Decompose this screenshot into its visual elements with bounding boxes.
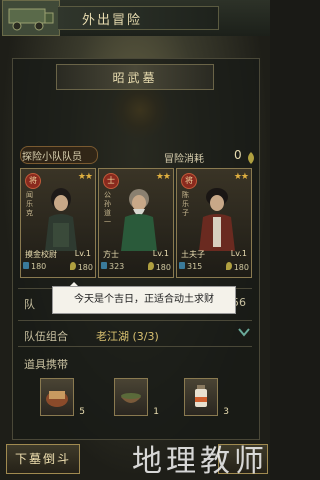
- hero-portrait: [121, 189, 157, 251]
- hero-portrait: [199, 188, 235, 251]
- hero-card-3[interactable]: 将 ★★ 陈乐子 土夫子 Lv.1 315 180: [176, 168, 252, 278]
- gem-icon: [101, 262, 107, 269]
- hero-role: 摸金校尉: [25, 250, 57, 259]
- page-title: 外出冒险: [82, 13, 143, 28]
- hero-hp: 323: [109, 262, 125, 271]
- watermark: 地理教师: [132, 444, 268, 479]
- cost-label: 冒险消耗: [164, 154, 204, 165]
- book-icon: [46, 391, 68, 407]
- hero-level: Lv.1: [230, 249, 247, 258]
- cost-value: 0: [234, 148, 242, 162]
- hero-stars: ★★: [233, 172, 249, 182]
- item-slot-2[interactable]: 1: [114, 378, 159, 417]
- leaf-icon: [147, 262, 154, 270]
- combo-value: 老江湖 (3/3): [96, 330, 159, 343]
- team-label: 探险小队队员: [22, 152, 82, 163]
- item-count: 1: [153, 407, 159, 417]
- location-banner: 昭武墓: [56, 64, 214, 90]
- divider: [18, 320, 252, 321]
- fortune-tooltip: 今天是个吉日，正适合动土求财: [52, 286, 236, 314]
- item-slot-1[interactable]: 5: [40, 378, 85, 417]
- hero-portrait: [45, 188, 77, 251]
- herb-bowl-icon: [121, 393, 141, 403]
- hero-level: Lv.1: [74, 249, 91, 258]
- divider: [18, 346, 252, 347]
- hero-hp: 315: [187, 262, 203, 271]
- item-slot-3[interactable]: 3: [184, 378, 229, 417]
- hero-stars: ★★: [77, 172, 93, 182]
- hero-stars: ★★: [155, 172, 171, 182]
- hero-hp: 180: [31, 262, 47, 271]
- chevron-down-icon[interactable]: [238, 326, 250, 340]
- combo-label: 队伍组合: [24, 330, 68, 343]
- leaf-icon: [69, 262, 76, 270]
- leaf-icon: [246, 149, 256, 164]
- location-name: 昭武墓: [112, 71, 158, 85]
- hero-level: Lv.1: [152, 249, 169, 258]
- enter-tomb-button[interactable]: 下墓倒斗: [6, 444, 80, 474]
- hero-card-1[interactable]: 将 ★★ 闻乐克 摸金校尉 Lv.1 180 180: [20, 168, 96, 278]
- hero-role: 方士: [103, 250, 119, 259]
- row-label: 队: [24, 298, 35, 311]
- items-label: 道具携带: [24, 358, 68, 371]
- hero-role: 土夫子: [181, 250, 205, 259]
- item-count: 3: [223, 407, 229, 417]
- hero-food: 180: [77, 263, 93, 272]
- wagon-icon[interactable]: [2, 0, 60, 36]
- hero-food: 180: [233, 263, 249, 272]
- hero-card-2[interactable]: 士 ★★ 公孙道一 方士 Lv.1 323 180: [98, 168, 174, 278]
- leaf-icon: [225, 262, 232, 270]
- gem-icon: [23, 262, 29, 269]
- medicine-bottle-icon: [195, 385, 207, 407]
- item-count: 5: [79, 407, 85, 417]
- hero-food: 180: [155, 263, 171, 272]
- gem-icon: [179, 262, 185, 269]
